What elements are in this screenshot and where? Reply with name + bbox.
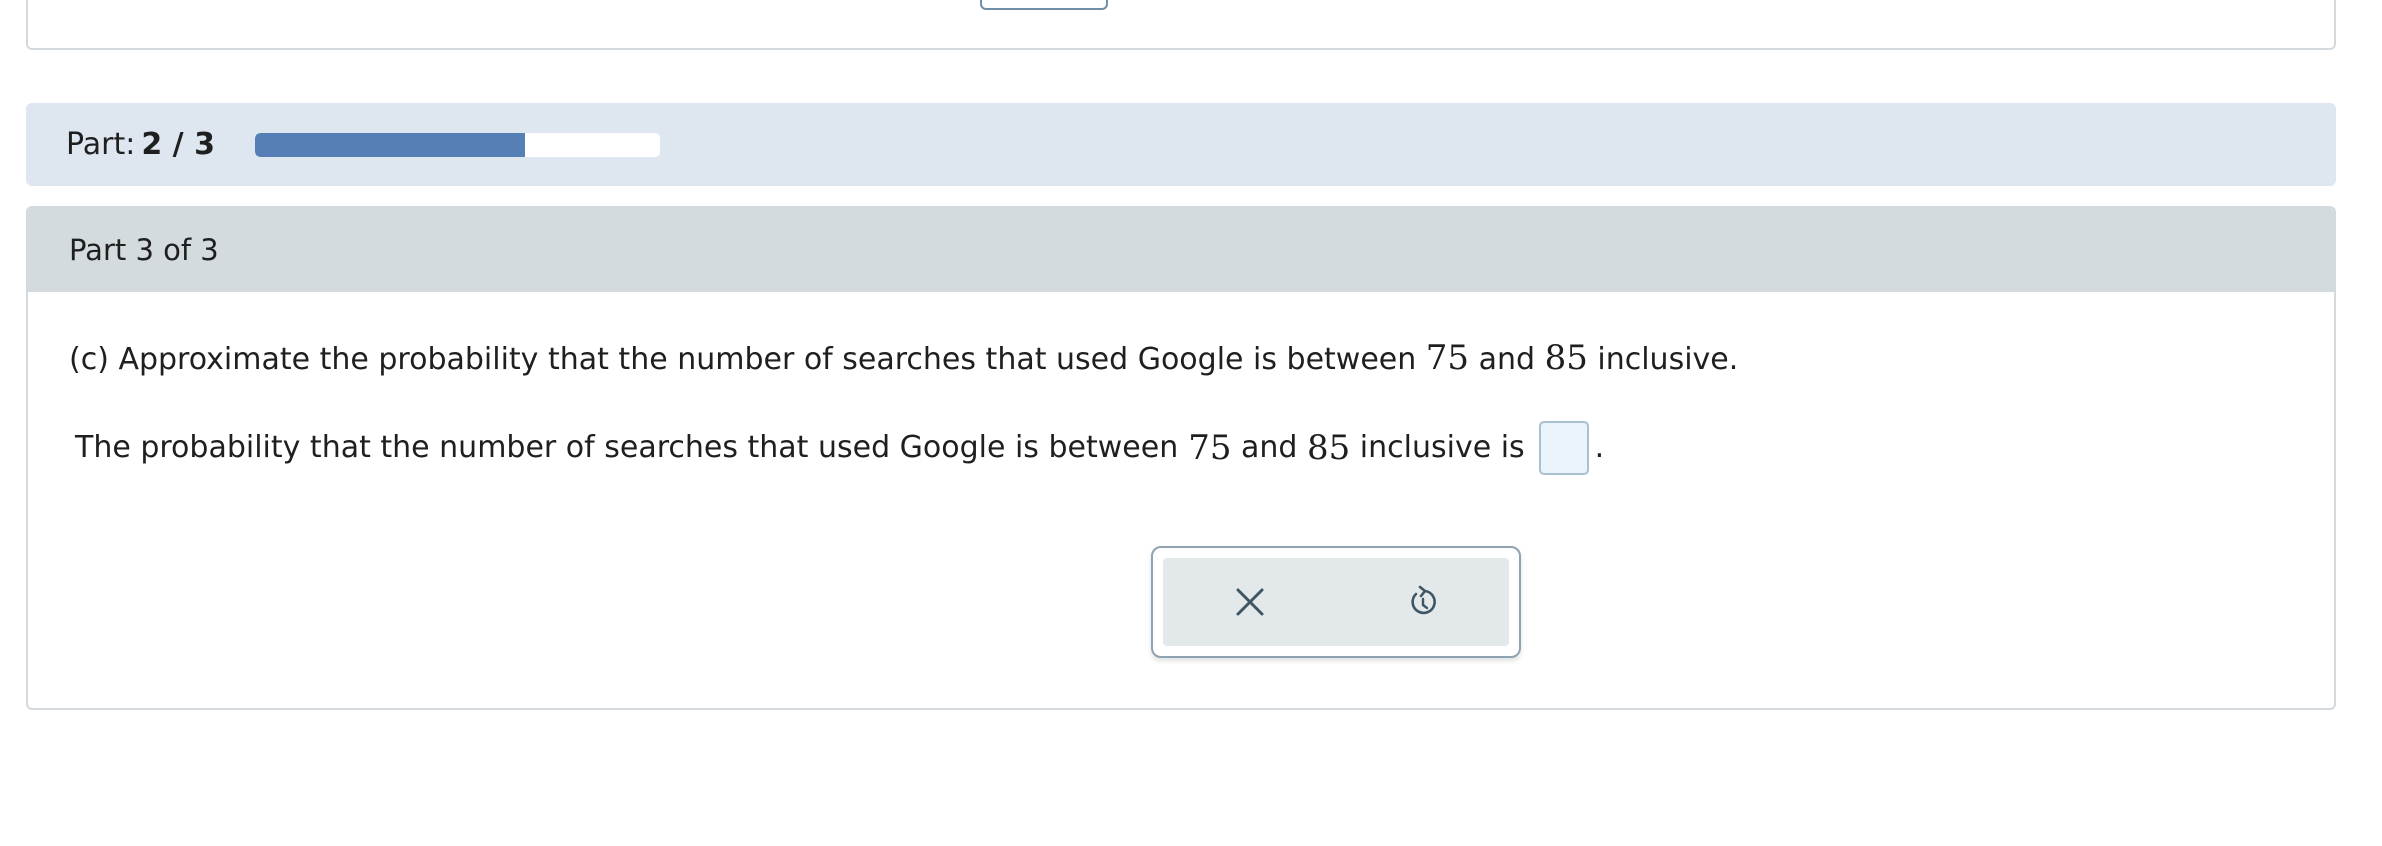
prompt-text: (c) Approximate the probability that the… (69, 342, 1426, 377)
answer-and-text: and (1231, 430, 1307, 465)
upper-bound: 85 (1544, 338, 1588, 378)
part-count: 2 / 3 (141, 127, 215, 162)
answer-upper-bound: 85 (1306, 428, 1351, 468)
progress-track (254, 132, 660, 157)
part-label-text: Part: (66, 127, 136, 162)
question-header: Part 3 of 3 (28, 208, 2334, 292)
prompt-end-text: inclusive. (1587, 342, 1739, 377)
part-progress-panel: Part: 2 / 3 (26, 103, 2336, 186)
clear-button[interactable] (1163, 558, 1336, 646)
answer-end-text: inclusive is (1350, 430, 1525, 465)
answer-sentence: The probability that the number of searc… (75, 418, 1604, 478)
answer-tools-popup (1151, 546, 1521, 658)
previous-part-card (26, 0, 2336, 50)
part-progress-label: Part: 2 / 3 (66, 127, 215, 162)
answer-text: The probability that the number of searc… (75, 430, 1179, 465)
answer-input[interactable] (1538, 421, 1589, 475)
answer-tools-bar (1163, 558, 1509, 646)
close-icon (1236, 588, 1263, 616)
undo-icon (1410, 585, 1436, 615)
previous-check-button[interactable] (980, 0, 1108, 10)
answer-lower-bound: 75 (1188, 428, 1232, 468)
and-text: and (1469, 342, 1545, 377)
lower-bound: 75 (1425, 338, 1470, 378)
question-prompt: (c) Approximate the probability that the… (69, 338, 1738, 380)
reset-button[interactable] (1336, 558, 1509, 646)
period-text: . (1594, 430, 1605, 465)
progress-fill (254, 132, 525, 157)
question-card: Part 3 of 3 (c) Approximate the probabil… (26, 206, 2336, 710)
